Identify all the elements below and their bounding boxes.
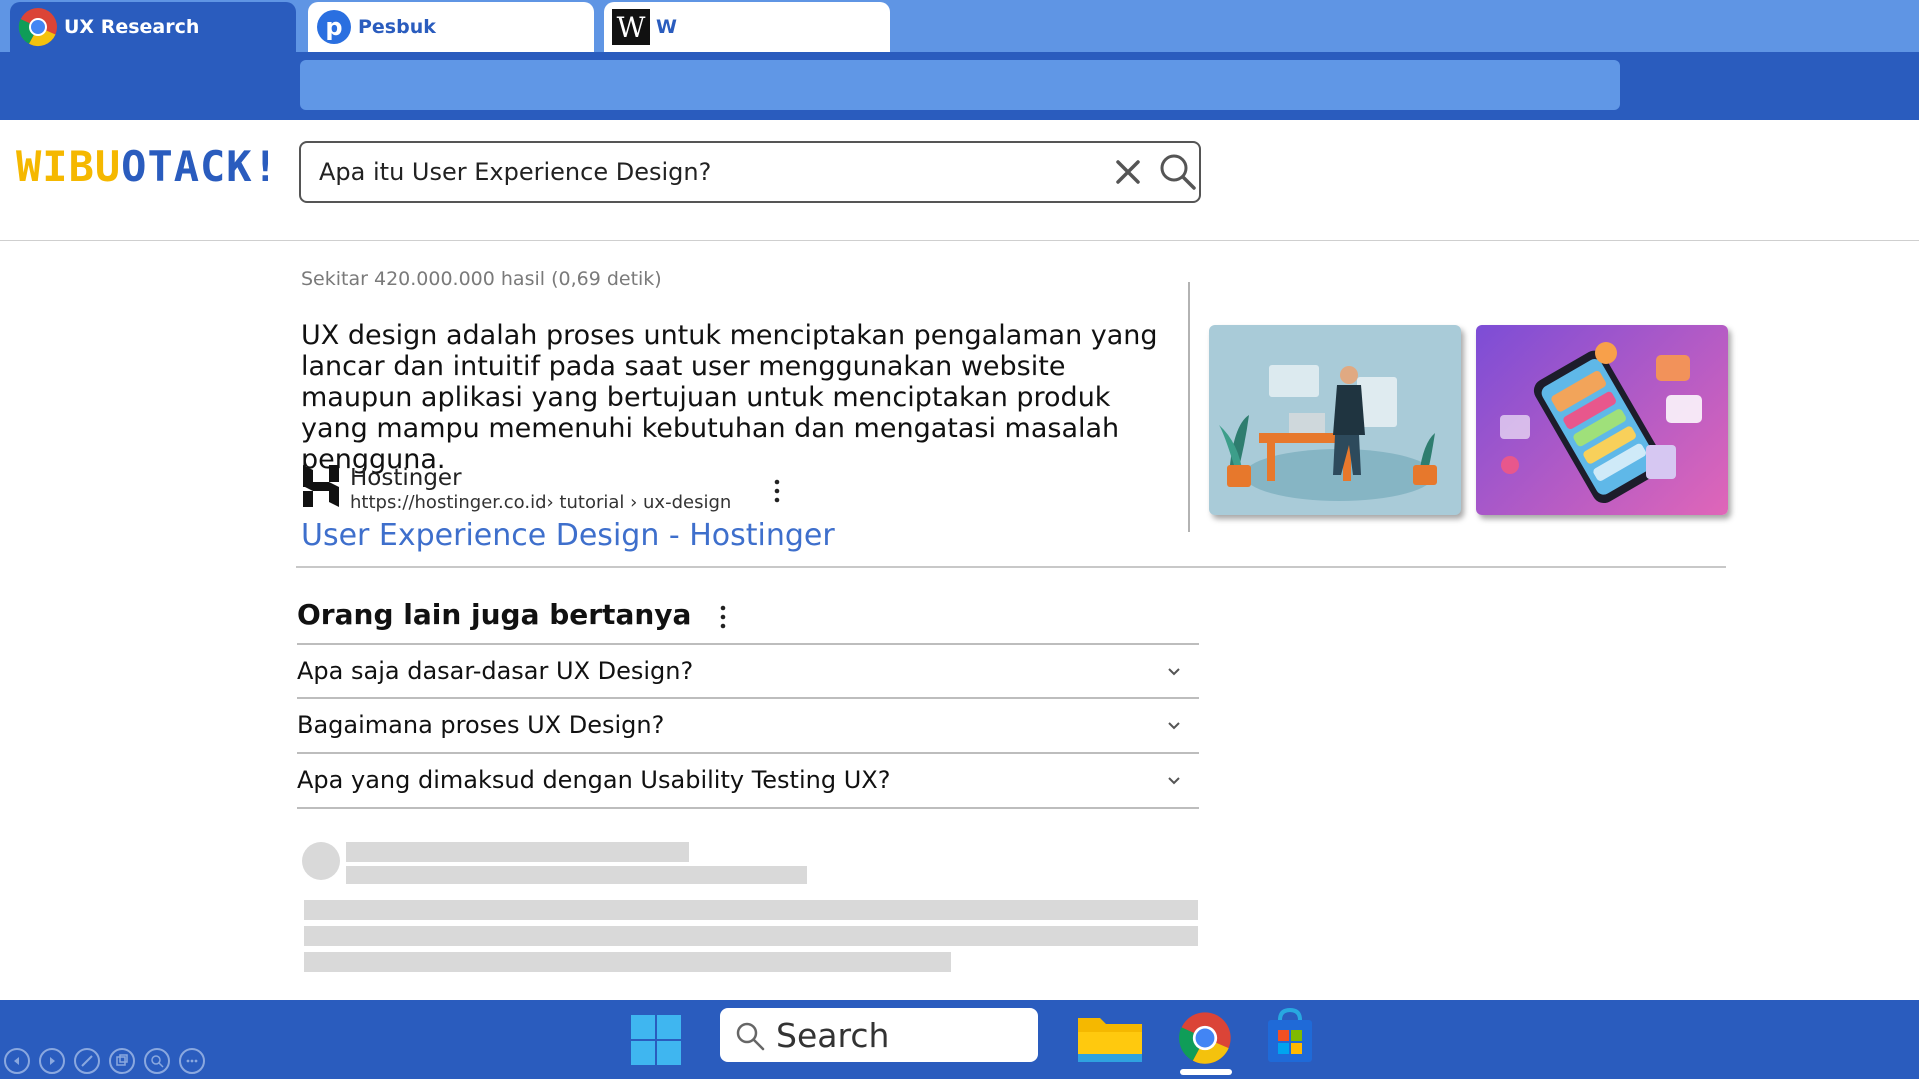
- skeleton-line: [346, 866, 807, 884]
- site-logo[interactable]: WIBUOTACK!: [16, 142, 279, 191]
- result-title-link[interactable]: User Experience Design - Hostinger: [301, 518, 835, 553]
- taskbar-search-label: Search: [776, 1016, 890, 1055]
- chevron-down-icon: [1168, 777, 1180, 785]
- chrome-icon[interactable]: [1178, 1011, 1232, 1065]
- browser-chrome: UX Research p Pesbuk W W: [0, 0, 1919, 120]
- people-also-ask-title: Orang lain juga bertanya: [297, 598, 692, 631]
- skeleton-line: [304, 952, 951, 972]
- microsoft-store-icon[interactable]: [1266, 1008, 1314, 1064]
- logo-part-wibu: WIBU: [16, 142, 122, 191]
- windows-start-icon[interactable]: [630, 1014, 682, 1066]
- pen-icon[interactable]: [74, 1048, 100, 1074]
- paa-bottom-divider: [297, 807, 1199, 809]
- source-url[interactable]: https://hostinger.co.id› tutorial › ux-d…: [350, 492, 731, 513]
- w-logo-icon: W: [612, 9, 650, 45]
- tab-label: Pesbuk: [358, 16, 436, 38]
- chrome-icon: [18, 8, 57, 47]
- vertical-divider: [1188, 282, 1190, 532]
- mobile-app-isometric-illustration[interactable]: [1476, 325, 1728, 515]
- file-explorer-icon[interactable]: [1076, 1012, 1144, 1066]
- slides-icon[interactable]: [109, 1048, 135, 1074]
- section-divider: [296, 566, 1726, 568]
- active-app-indicator: [1180, 1069, 1232, 1075]
- tab-ux-research[interactable]: UX Research: [10, 2, 296, 52]
- paa-question-text: Apa saja dasar-dasar UX Design?: [297, 657, 694, 685]
- skeleton-line: [304, 926, 1198, 946]
- source-name: Hostinger: [350, 465, 462, 491]
- pesbuk-icon: p: [317, 10, 351, 44]
- svg-text:p: p: [325, 13, 342, 41]
- paa-question-text: Apa yang dimaksud dengan Usability Testi…: [297, 766, 891, 794]
- svg-text:W: W: [617, 11, 646, 44]
- skeleton-line: [346, 842, 689, 862]
- tab-label: W: [656, 16, 677, 38]
- tab-pesbuk[interactable]: p Pesbuk: [308, 2, 594, 52]
- logo-part-otack: OTACK!: [121, 142, 279, 191]
- paa-question-text: Bagaimana proses UX Design?: [297, 711, 665, 739]
- address-bar[interactable]: [300, 60, 1620, 110]
- previous-icon[interactable]: [4, 1048, 30, 1074]
- clear-icon[interactable]: [1109, 153, 1147, 191]
- paa-question[interactable]: Apa saja dasar-dasar UX Design?: [297, 643, 1199, 697]
- presentation-controls: [4, 1048, 205, 1074]
- more-options-icon[interactable]: [716, 604, 730, 630]
- skeleton-avatar: [302, 842, 340, 880]
- header-divider: [0, 240, 1919, 241]
- next-icon[interactable]: [39, 1048, 65, 1074]
- result-stats: Sekitar 420.000.000 hasil (0,69 detik): [301, 268, 662, 290]
- skeleton-line: [304, 900, 1198, 920]
- tab-strip: UX Research p Pesbuk W W: [0, 0, 1919, 52]
- hostinger-logo-icon: [303, 465, 339, 507]
- designer-at-desk-illustration[interactable]: [1209, 325, 1461, 515]
- tab-label: UX Research: [64, 16, 200, 38]
- more-options-icon[interactable]: [770, 478, 784, 504]
- search-icon[interactable]: [1157, 151, 1197, 191]
- chevron-down-icon: [1168, 668, 1180, 676]
- tab-w[interactable]: W W: [604, 2, 890, 52]
- search-icon: [736, 1022, 765, 1051]
- search-input[interactable]: Apa itu User Experience Design?: [319, 158, 711, 186]
- paa-question[interactable]: Bagaimana proses UX Design?: [297, 697, 1199, 751]
- more-icon[interactable]: [179, 1048, 205, 1074]
- zoom-icon[interactable]: [144, 1048, 170, 1074]
- chevron-down-icon: [1168, 722, 1180, 730]
- search-box[interactable]: Apa itu User Experience Design?: [299, 141, 1201, 203]
- paa-question[interactable]: Apa yang dimaksud dengan Usability Testi…: [297, 752, 1199, 806]
- featured-snippet-text: UX design adalah proses untuk menciptaka…: [301, 320, 1158, 475]
- taskbar-search[interactable]: Search: [720, 1008, 1038, 1062]
